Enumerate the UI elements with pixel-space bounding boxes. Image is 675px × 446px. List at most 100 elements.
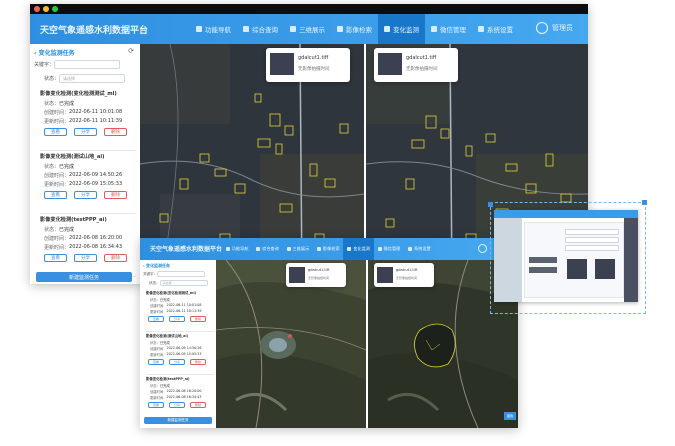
nav-item-2[interactable]: 三维展示: [283, 238, 313, 260]
view-button[interactable]: 查看: [44, 254, 67, 262]
task-name[interactable]: 影像变化检测(变化检测测试_ml): [40, 90, 117, 97]
cube-icon: [290, 26, 296, 32]
field-label: 状态：: [150, 384, 160, 388]
new-task-button[interactable]: 新建监测任务: [144, 417, 212, 424]
field-value: 2022-06-09 15:05:33: [166, 352, 202, 356]
nav-item-6[interactable]: 系统设置: [404, 238, 434, 260]
task-actions: 查看 分享 删除: [148, 359, 211, 365]
search-icon: [243, 26, 249, 32]
task-name[interactable]: 影像变化检测(变化检测测试_ml): [146, 290, 196, 295]
nav-item-4[interactable]: 变化监测: [343, 238, 374, 260]
field-value: 2022-06-11 10:01:08: [166, 303, 202, 307]
nav-item-0[interactable]: 功能导航: [222, 238, 252, 260]
maximize-dot[interactable]: [52, 6, 58, 12]
delete-button[interactable]: 删除: [104, 254, 127, 262]
task-name[interactable]: 影像变化检测(测试山地_ai): [40, 153, 105, 160]
field-label: 创建时间：: [150, 390, 167, 394]
nav-item-label: 微信管理: [383, 246, 401, 251]
field-label: 状态：: [150, 298, 160, 302]
field-value: 已完成: [59, 101, 75, 107]
image-thumbnail[interactable]: [289, 267, 305, 283]
user-menu[interactable]: [478, 244, 490, 253]
delete-button[interactable]: 删除: [104, 128, 127, 136]
delete-button[interactable]: 删除: [190, 402, 206, 408]
nav-item-5[interactable]: 微信管理: [425, 14, 472, 44]
nav-item-label: 影像检索: [322, 246, 340, 251]
new-task-button[interactable]: 新建监测任务: [36, 272, 132, 282]
nav-item-1[interactable]: 综合查询: [252, 238, 282, 260]
field-value: 2022-06-11 10:11:39: [166, 309, 202, 313]
nav-item-2[interactable]: 三维展示: [284, 14, 331, 44]
dialog-window: [494, 210, 638, 302]
dialog-list-item[interactable]: [529, 267, 557, 273]
status-select[interactable]: 请选择: [59, 74, 126, 83]
nav-item-label: 三维展示: [299, 26, 325, 34]
image-info-popup-right: gdalcut1.tiff 无影像拍摄时间: [374, 263, 434, 287]
task-actions: 查看 分享 删除: [44, 254, 134, 262]
panel-title: ‹ 变化监测任务: [34, 50, 75, 57]
view-button[interactable]: 查看: [44, 191, 67, 199]
dialog-list-item[interactable]: [529, 257, 557, 263]
dialog-field[interactable]: [565, 245, 619, 251]
task-created-time: 创建时间： 2022-06-09 14:50:26: [150, 346, 202, 351]
view-button[interactable]: 查看: [148, 402, 164, 408]
status-select[interactable]: 请选择: [159, 280, 208, 286]
dialog-field[interactable]: [565, 237, 619, 243]
image-filename: gdalcut1.tiff: [298, 55, 329, 61]
legend-button[interactable]: 图例: [504, 412, 516, 420]
field-label: 创建时间：: [150, 347, 167, 351]
nav-item-1[interactable]: 综合查询: [237, 14, 284, 44]
keyword-input[interactable]: [157, 271, 205, 277]
nav-item-label: 变化监测: [393, 26, 419, 34]
delete-button[interactable]: 删除: [190, 316, 206, 322]
nav-item-0[interactable]: 功能导航: [190, 14, 237, 44]
user-name: 管理员: [552, 24, 573, 32]
share-button[interactable]: 分享: [74, 254, 97, 262]
image-thumbnail[interactable]: [270, 53, 294, 75]
task-name[interactable]: 影像变化检测(测试山地_ai): [146, 333, 188, 338]
avatar-icon: [478, 244, 487, 253]
field-label: 更新时间：: [44, 182, 70, 188]
share-button[interactable]: 分享: [169, 402, 185, 408]
field-label: 创建时间：: [150, 304, 167, 308]
view-button[interactable]: 查看: [44, 128, 67, 136]
close-dot[interactable]: [34, 6, 40, 12]
delete-button[interactable]: 删除: [104, 191, 127, 199]
share-button[interactable]: 分享: [74, 128, 97, 136]
image-info-popup-left: gdalcut1.tiff 无影像拍摄时间: [266, 48, 350, 82]
task-card: 影像变化检测(变化检测测试_ml) 状态： 已完成 创建时间： 2022-06-11 1…: [146, 290, 214, 332]
share-button[interactable]: 分享: [74, 191, 97, 199]
nav-item-5[interactable]: 微信管理: [374, 238, 404, 260]
dialog-field[interactable]: [565, 229, 619, 235]
image-thumbnail[interactable]: [377, 267, 393, 283]
selection-handle[interactable]: [642, 200, 647, 205]
task-name[interactable]: 影像变化检测(testPPP_ai): [40, 216, 107, 223]
image-thumbnail[interactable]: [567, 259, 587, 279]
nav-item-3[interactable]: 影像检索: [331, 14, 378, 44]
nav-item-6[interactable]: 系统设置: [472, 14, 519, 44]
field-value: 2022-06-08 16:20:00: [69, 235, 123, 241]
keyword-input[interactable]: [54, 60, 121, 69]
refresh-icon[interactable]: ⟳: [128, 47, 134, 55]
field-label: 更新时间：: [150, 353, 167, 357]
share-button[interactable]: 分享: [169, 359, 185, 365]
image-thumbnail[interactable]: [378, 53, 402, 75]
view-button[interactable]: 查看: [148, 359, 164, 365]
minimize-dot[interactable]: [43, 6, 49, 12]
app-header: 天空气象遥感水利数据平台 功能导航 综合查询 三维展示 影像检索 变化监测 微信管理 系统设…: [140, 238, 518, 260]
nav-item-3[interactable]: 影像检索: [313, 238, 343, 260]
map-left[interactable]: gdalcut1.tiff 无影像拍摄时间: [216, 260, 366, 428]
image-thumbnail[interactable]: [595, 259, 615, 279]
image-info-popup-left: gdalcut1.tiff 无影像拍摄时间: [286, 263, 346, 287]
nav-item-label: 影像检索: [346, 26, 372, 34]
task-created-time: 创建时间： 2022-06-09 14:50:26: [44, 172, 122, 179]
task-name[interactable]: 影像变化检测(testPPP_ai): [146, 376, 190, 381]
user-menu[interactable]: 管理员: [536, 22, 573, 34]
selection-handle[interactable]: [488, 202, 493, 207]
nav-item-4[interactable]: 变化监测: [378, 14, 425, 44]
delete-button[interactable]: 删除: [190, 359, 206, 365]
view-button[interactable]: 查看: [148, 316, 164, 322]
task-status: 状态： 已完成: [150, 340, 170, 345]
dialog-header: [494, 210, 638, 218]
share-button[interactable]: 分享: [169, 316, 185, 322]
